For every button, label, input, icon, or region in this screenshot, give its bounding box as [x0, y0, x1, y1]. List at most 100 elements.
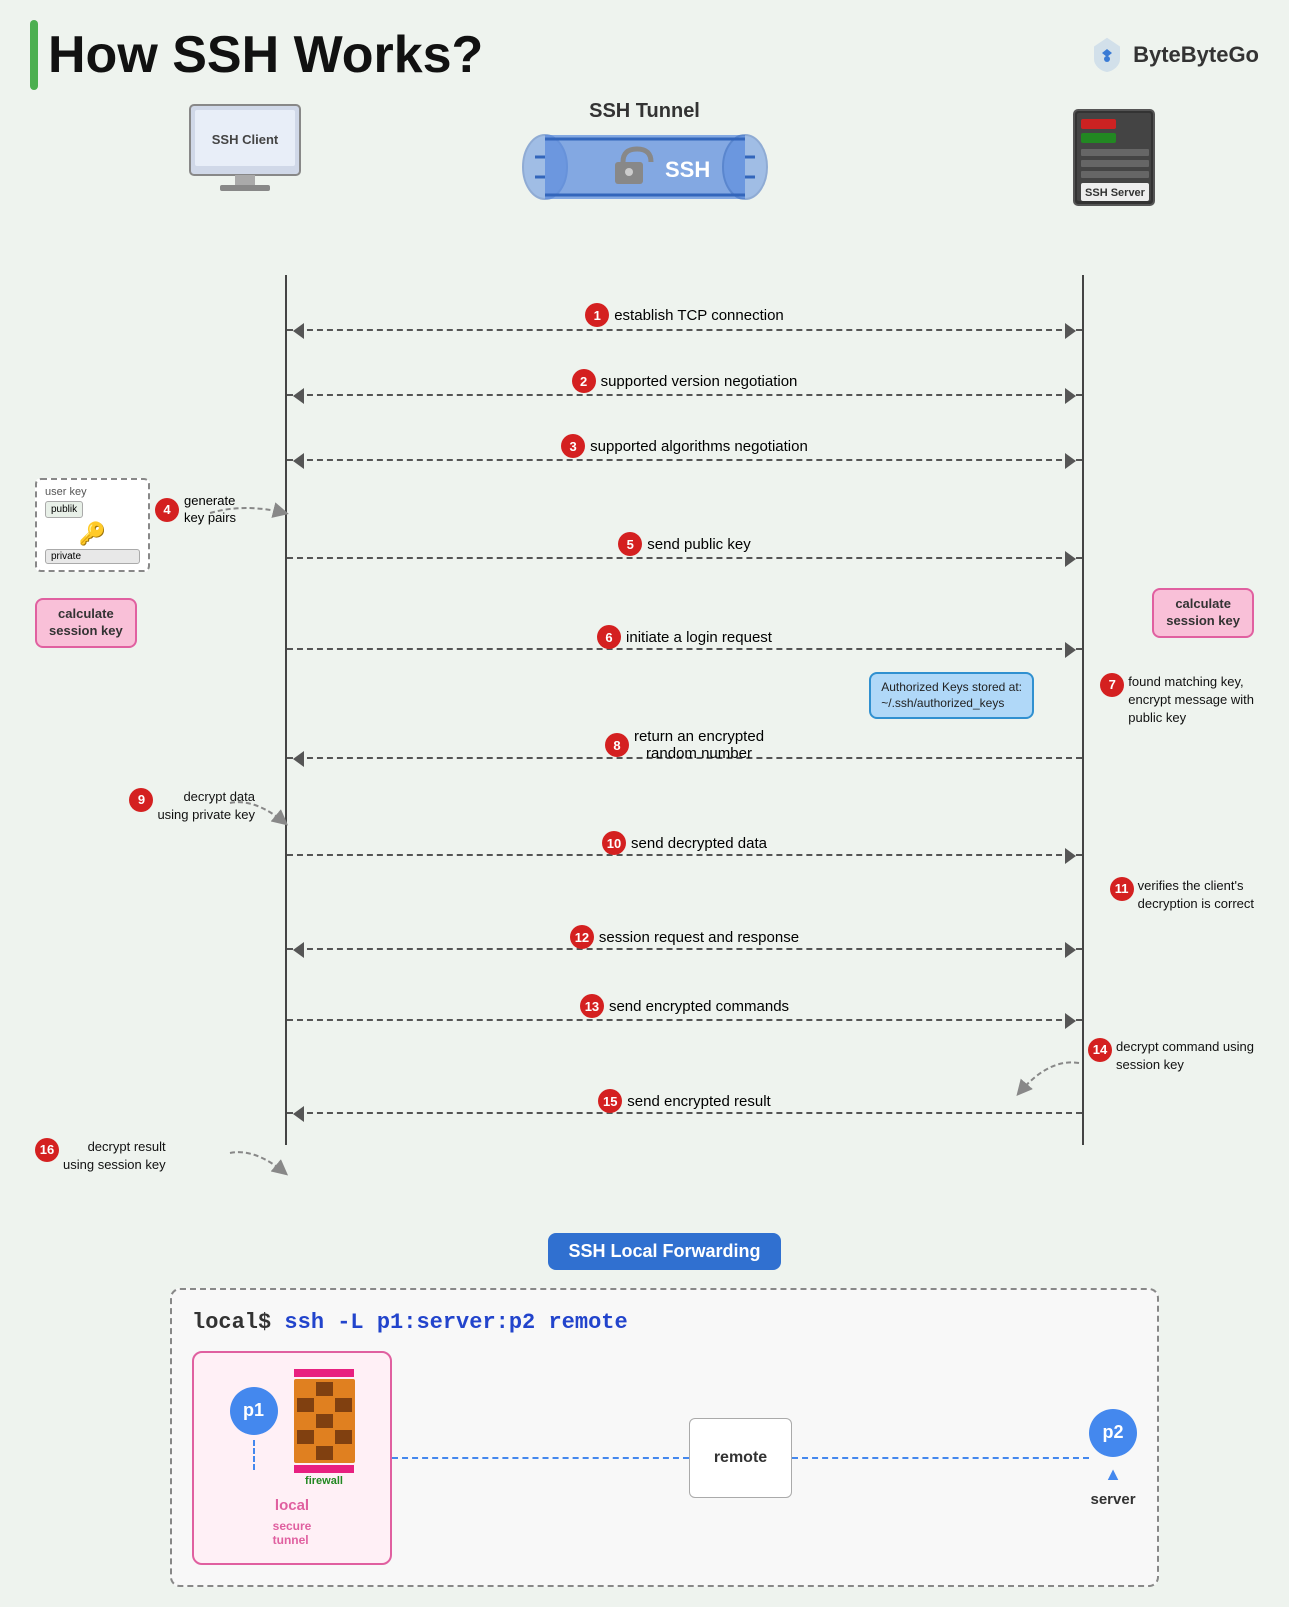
sequence-diagram: 1 establish TCP connection 2 supported v…: [30, 275, 1259, 1223]
label-6: 6 initiate a login request: [287, 625, 1082, 649]
badge-8: 8: [605, 733, 629, 757]
step-14-15: 14 decrypt command usingsession key 15 s…: [30, 1033, 1259, 1133]
step-4-5: user key publik 🔑 private 4 generatekey …: [30, 473, 1259, 583]
tunnel-svg: SSH: [515, 127, 775, 207]
p1-dashed-line: [253, 1440, 255, 1470]
publik-label: publik: [45, 501, 83, 518]
label-13: 13 send encrypted commands: [287, 994, 1082, 1018]
local-section: p1: [192, 1351, 392, 1565]
p2-circle: p2: [1089, 1409, 1137, 1457]
arrow-13: [287, 1019, 1082, 1021]
text-16: decrypt resultusing session key: [63, 1138, 166, 1174]
step-13: 13 send encrypted commands: [30, 968, 1259, 1033]
forwarding-box: local$ ssh -L p1:server:p2 remote p1: [170, 1288, 1159, 1587]
svg-text:SSH: SSH: [665, 157, 710, 182]
forwarding-diagram: p1: [192, 1351, 1137, 1565]
server-icon-area: SSH Server: [1069, 105, 1159, 215]
firewall-area: firewall: [294, 1369, 355, 1487]
p1-circle: p1: [230, 1387, 278, 1435]
label-1: 1 establish TCP connection: [287, 303, 1082, 327]
text-14: decrypt command usingsession key: [1116, 1038, 1254, 1074]
text-12: session request and response: [599, 929, 799, 946]
line-to-remote: [392, 1457, 689, 1459]
label-5: 5 send public key: [287, 532, 1082, 556]
cmd-ssh: ssh -L p1:server:p2 remote: [284, 1310, 627, 1335]
text-6: initiate a login request: [626, 629, 772, 646]
session-key-right-box: calculatesession key: [1152, 588, 1254, 638]
text-11: verifies the client'sdecryption is corre…: [1138, 877, 1254, 913]
keypairs-box: user key publik 🔑 private: [35, 478, 150, 572]
logo-area: ByteByteGo: [1089, 37, 1259, 73]
step-6: calculatesession key calculatesession ke…: [30, 583, 1259, 668]
step-16: 16 decrypt resultusing session key: [30, 1133, 1259, 1203]
text-13: send encrypted commands: [609, 998, 789, 1015]
logo-text: ByteByteGo: [1133, 42, 1259, 68]
server-label-fw: server: [1090, 1491, 1135, 1508]
label-14: 14 decrypt command usingsession key: [1088, 1038, 1254, 1074]
remote-label: remote: [714, 1449, 767, 1466]
cmd-local: local$: [192, 1310, 271, 1335]
computer-icon: SSH Client: [185, 100, 305, 195]
title-area: How SSH Works?: [30, 20, 483, 90]
local-label: local: [275, 1497, 309, 1514]
session-key-right: calculatesession key: [1152, 588, 1254, 638]
bytebygo-logo-icon: [1089, 37, 1125, 73]
label-2: 2 supported version negotiation: [287, 369, 1082, 393]
firewall-visual: firewall: [294, 1369, 355, 1487]
line-to-server: [792, 1457, 1089, 1459]
label-15: 15 send encrypted result: [287, 1089, 1082, 1113]
badge-5: 5: [618, 532, 642, 556]
arrow-2: [287, 394, 1082, 396]
computer-svg: SSH Client: [185, 100, 305, 195]
arrow-16-curved: [225, 1143, 290, 1183]
badge-2: 2: [572, 369, 596, 393]
session-key-left: calculatesession key: [35, 598, 137, 648]
step-11-12: 11 verifies the client'sdecryption is co…: [30, 873, 1259, 968]
arrow-9-curved: [225, 793, 290, 833]
arrow-1: [287, 329, 1082, 331]
key-icon: 🔑: [45, 521, 140, 547]
badge-7: 7: [1100, 673, 1124, 697]
label-7: 7 found matching key,encrypt message wit…: [1100, 673, 1254, 728]
text-8: return an encryptedrandom number: [634, 728, 764, 762]
secure-tunnel-label: securetunnel: [273, 1519, 312, 1547]
label-11: 11 verifies the client'sdecryption is co…: [1110, 877, 1254, 913]
p1-area: p1: [230, 1387, 278, 1470]
up-arrow: ▲: [1104, 1465, 1122, 1483]
label-9: 9 decrypt datausing private key: [35, 788, 255, 824]
text-10: send decrypted data: [631, 835, 767, 852]
pink-bar-top: [294, 1369, 354, 1377]
text-2: supported version negotiation: [601, 373, 798, 390]
server-svg: SSH Server: [1069, 105, 1159, 215]
badge-13: 13: [580, 994, 604, 1018]
step-9-10: 9 decrypt datausing private key 10 send …: [30, 783, 1259, 873]
badge-16: 16: [35, 1138, 59, 1162]
badge-10: 10: [602, 831, 626, 855]
badge-11: 11: [1110, 877, 1134, 901]
badge-4: 4: [155, 498, 179, 522]
session-key-left-box: calculatesession key: [35, 598, 137, 648]
local-inner: p1: [230, 1369, 355, 1487]
green-accent-bar: [30, 20, 38, 90]
server-section-fw: p2 ▲ server: [1089, 1409, 1137, 1508]
p2-label: p2: [1103, 1422, 1124, 1443]
label-10: 10 send decrypted data: [287, 831, 1082, 855]
step-7-8: 7 found matching key,encrypt message wit…: [30, 668, 1259, 783]
pink-bar-bottom: [294, 1465, 354, 1473]
step-1: 1 establish TCP connection: [30, 275, 1259, 343]
header: How SSH Works? ByteByteGo: [30, 20, 1259, 90]
badge-6: 6: [597, 625, 621, 649]
badge-12: 12: [570, 925, 594, 949]
firewall-grid: [294, 1379, 355, 1463]
badge-3: 3: [561, 434, 585, 458]
text-3: supported algorithms negotiation: [590, 438, 808, 455]
user-key-label: user key: [45, 486, 140, 498]
p1-label: p1: [243, 1400, 264, 1421]
text-1: establish TCP connection: [614, 307, 784, 324]
page-title: How SSH Works?: [48, 25, 483, 85]
forwarding-section: SSH Local Forwarding local$ ssh -L p1:se…: [170, 1233, 1159, 1587]
forwarding-title-area: SSH Local Forwarding: [170, 1233, 1159, 1280]
arrow-3: [287, 459, 1082, 461]
badge-1: 1: [585, 303, 609, 327]
authorized-keys-box: Authorized Keys stored at:~/.ssh/authori…: [869, 672, 1034, 719]
